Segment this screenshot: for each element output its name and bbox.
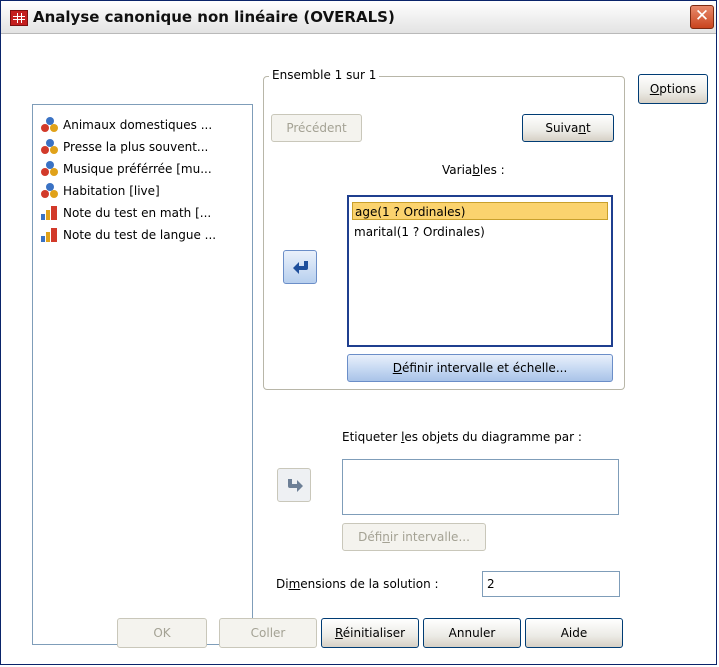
variables-label: Variables : — [442, 163, 505, 177]
next-button[interactable]: Suivant — [522, 114, 614, 142]
scale-icon — [41, 205, 59, 221]
window-title: Analyse canonique non linéaire (OVERALS) — [33, 8, 395, 26]
variable-label: Animaux domestiques ... — [63, 118, 213, 132]
dialog-body: Animaux domestiques ... Presse la plus s… — [1, 34, 716, 664]
move-to-variables-button[interactable] — [283, 250, 317, 284]
paste-button[interactable]: Coller — [219, 618, 317, 648]
variable-label: Musique préférrée [mu... — [63, 162, 212, 176]
list-item[interactable]: marital(1 ? Ordinales) — [352, 223, 608, 241]
label-objects-label: Etiqueter les objets du diagramme par : — [342, 430, 582, 444]
nominal-icon — [41, 117, 59, 133]
cancel-button[interactable]: Annuler — [423, 618, 521, 648]
variable-label: Habitation [live] — [63, 184, 160, 198]
ok-button[interactable]: OK — [117, 618, 207, 648]
previous-button[interactable]: Précédent — [271, 114, 362, 142]
set-group-label: Ensemble 1 sur 1 — [269, 68, 380, 82]
move-to-label-button[interactable] — [277, 468, 311, 502]
app-table-icon — [10, 10, 28, 26]
title-bar[interactable]: Analyse canonique non linéaire (OVERALS)… — [1, 1, 716, 34]
help-button[interactable]: Aide — [525, 618, 623, 648]
dimensions-label: Dimensions de la solution : — [276, 577, 439, 591]
list-item[interactable]: age(1 ? Ordinales) — [352, 202, 608, 220]
selected-variables-list[interactable]: age(1 ? Ordinales) marital(1 ? Ordinales… — [347, 195, 613, 347]
arrow-right-icon — [288, 479, 303, 492]
nominal-icon — [41, 183, 59, 199]
variable-label: Note du test en math [... — [63, 206, 212, 220]
variable-label: Note du test de langue ... — [63, 228, 217, 242]
define-range-scale-button[interactable]: Définir intervalle et échelle... — [347, 354, 613, 382]
options-button[interactable]: Options — [638, 74, 708, 104]
nominal-icon — [41, 139, 59, 155]
scale-icon — [41, 227, 59, 243]
dimensions-field[interactable]: 2 — [482, 571, 620, 597]
define-range-button[interactable]: Définir intervalle... — [342, 523, 486, 551]
label-objects-field[interactable] — [342, 459, 619, 515]
dialog-window: Analyse canonique non linéaire (OVERALS)… — [0, 0, 717, 665]
source-variable-list[interactable]: Animaux domestiques ... Presse la plus s… — [32, 104, 253, 645]
reset-button[interactable]: Réinitialiser — [321, 618, 419, 648]
close-button[interactable]: ✕ — [690, 5, 714, 29]
nominal-icon — [41, 161, 59, 177]
variable-label: Presse la plus souvent... — [63, 140, 209, 154]
arrow-left-icon — [293, 261, 308, 274]
